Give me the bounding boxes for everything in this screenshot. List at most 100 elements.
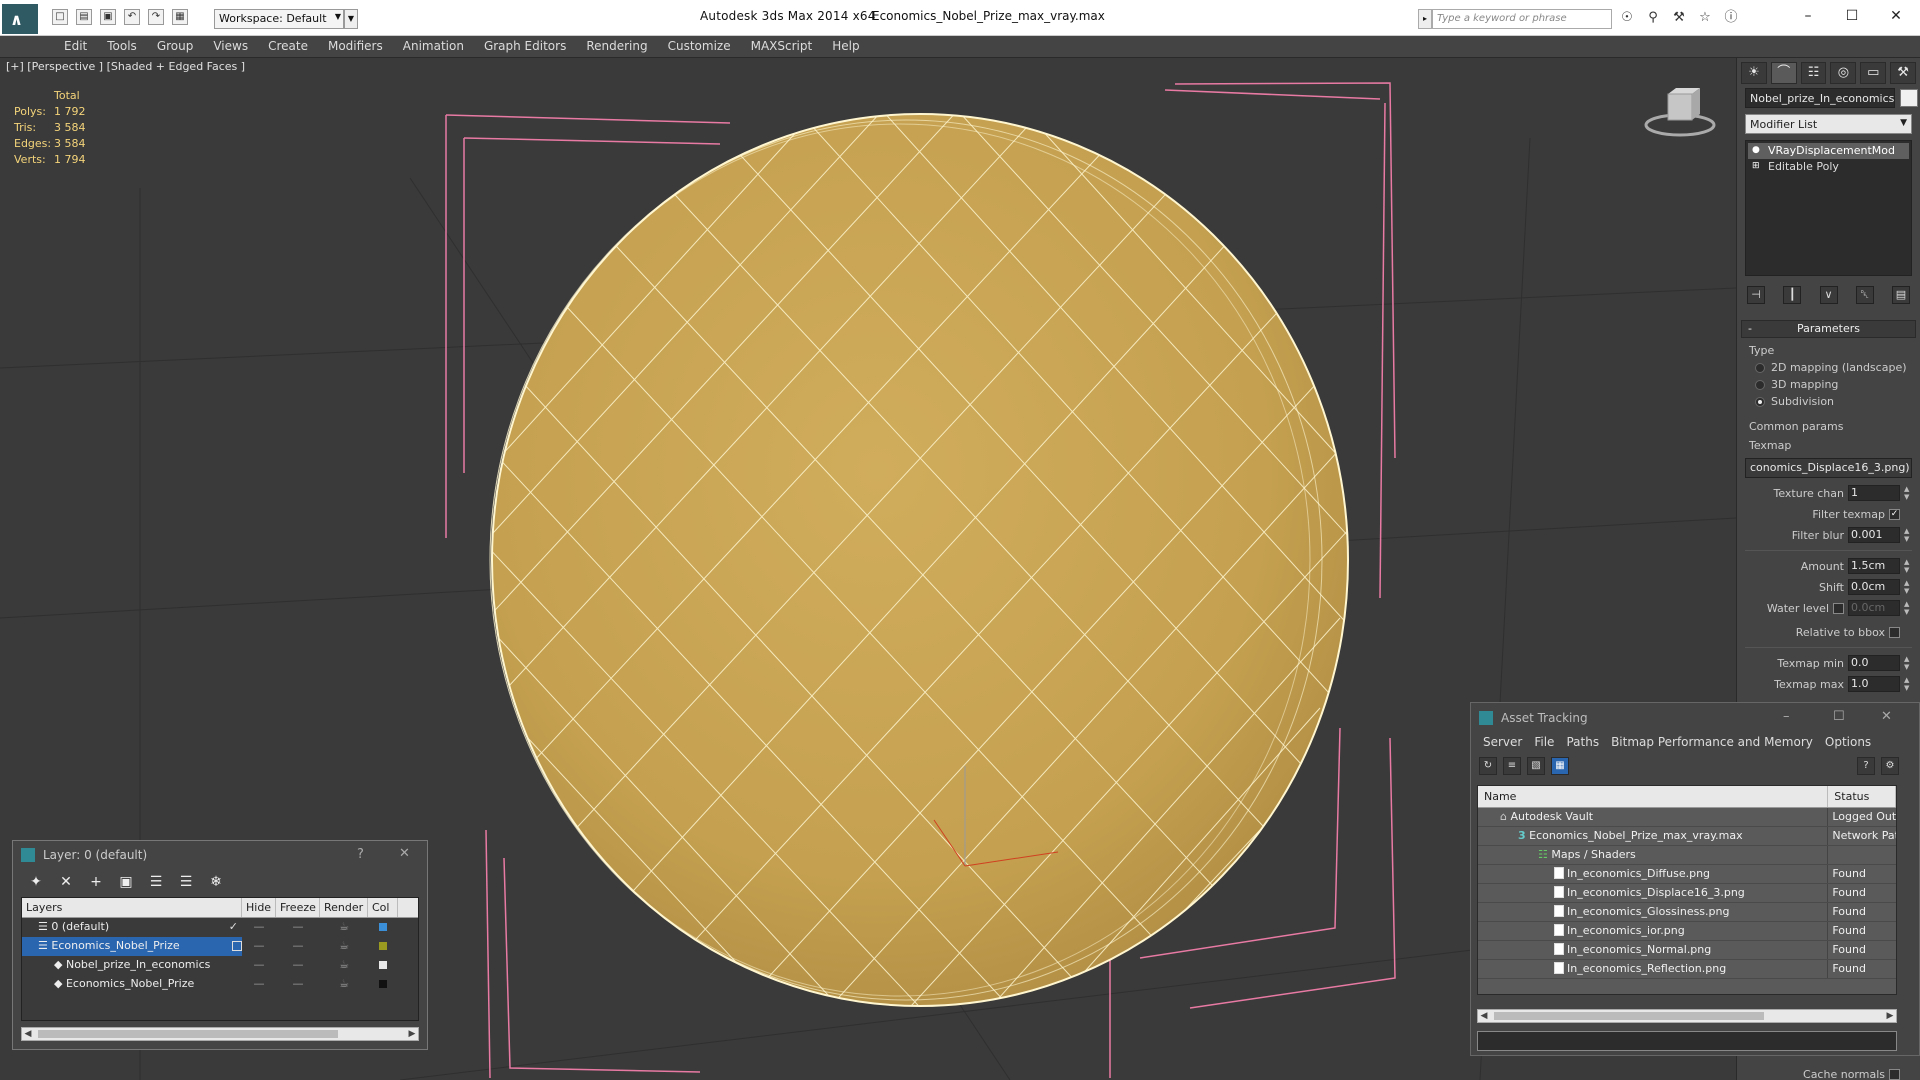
app-menu-button[interactable]: ∧ <box>2 4 38 34</box>
menu-edit[interactable]: Edit <box>54 36 97 57</box>
viewport-label-menu[interactable]: [+] [Perspective ] [Shaded + Edged Faces… <box>6 60 245 73</box>
undo-icon[interactable]: ↶ <box>124 9 140 25</box>
layer-table[interactable]: Layers Hide Freeze Render Col ☰ 0 (defau… <box>21 897 419 1021</box>
viewcube[interactable] <box>1644 88 1716 137</box>
menu-rendering[interactable]: Rendering <box>576 36 657 57</box>
menu-paths[interactable]: Paths <box>1560 733 1605 753</box>
table-row[interactable]: In_economics_Normal.png Found <box>1478 941 1896 960</box>
table-row[interactable]: ⌂ Autodesk Vault Logged Out <box>1478 808 1896 827</box>
texmap-max-spinner[interactable]: 1.0 <box>1848 676 1900 692</box>
radio-3d-mapping[interactable]: 3D mapping <box>1755 378 1920 391</box>
spinner-arrows-icon[interactable]: ▲ ▼ <box>1904 676 1912 692</box>
nobel-medal-sphere[interactable] <box>460 108 1370 1018</box>
object-color-swatch[interactable] <box>1900 89 1918 107</box>
hide-toggle[interactable]: — <box>242 956 276 975</box>
menu-bitmap-performance[interactable]: Bitmap Performance and Memory <box>1605 733 1819 753</box>
redo-icon[interactable]: ↷ <box>148 9 164 25</box>
show-end-result-icon[interactable]: ┃ <box>1783 286 1802 304</box>
customize-qat-button[interactable]: ▼ <box>344 9 358 29</box>
table-row[interactable]: In_economics_Displace16_3.png Found <box>1478 884 1896 903</box>
modifier-list-dropdown[interactable]: Modifier List ▼ <box>1745 114 1912 134</box>
column-freeze[interactable]: Freeze <box>276 898 320 917</box>
water-level-spinner[interactable]: 0.0cm <box>1848 600 1900 616</box>
filter-blur-spinner[interactable]: 0.001 <box>1848 527 1900 543</box>
scroll-right-icon[interactable]: ▶ <box>406 1028 418 1040</box>
column-color[interactable]: Col <box>368 898 398 917</box>
modify-tab-icon[interactable]: ⌒ <box>1770 62 1797 84</box>
menu-views[interactable]: Views <box>203 36 258 57</box>
layer-horizontal-scrollbar[interactable]: ◀ ▶ <box>21 1027 419 1041</box>
table-row[interactable]: In_economics_Reflection.png Found <box>1478 960 1896 979</box>
table-row[interactable]: ◆ Nobel_prize_In_economics — — ☕ <box>22 956 418 975</box>
communication-icon[interactable]: ⚒ <box>1670 9 1688 27</box>
layer-color-swatch[interactable] <box>379 923 387 931</box>
hide-toggle[interactable]: — <box>242 918 276 937</box>
layer-color-swatch[interactable] <box>379 961 387 969</box>
render-teapot-icon[interactable]: ☕ <box>320 937 368 956</box>
asset-table[interactable]: Name Status ⌂ Autodesk Vault Logged Out 3… <box>1477 785 1897 995</box>
menu-options[interactable]: Options <box>1819 733 1877 753</box>
freeze-toggle[interactable]: — <box>276 956 320 975</box>
spinner-arrows-icon[interactable]: ▲ ▼ <box>1904 579 1912 595</box>
menu-animation[interactable]: Animation <box>393 36 474 57</box>
cache-normals-checkbox[interactable] <box>1889 1068 1900 1080</box>
menu-group[interactable]: Group <box>147 36 204 57</box>
menu-maxscript[interactable]: MAXScript <box>741 36 823 57</box>
settings-icon[interactable]: ⚙ <box>1881 757 1899 775</box>
scroll-left-icon[interactable]: ◀ <box>1478 1010 1490 1022</box>
render-teapot-icon[interactable]: ☕ <box>320 956 368 975</box>
modifier-stack[interactable]: ● VRayDisplacementMod ⊞ Editable Poly <box>1745 140 1912 276</box>
freeze-toggle[interactable]: — <box>276 975 320 994</box>
table-row[interactable]: In_economics_Glossiness.png Found <box>1478 903 1896 922</box>
table-row[interactable]: ☰ 0 (default) ✓ — — ☕ <box>22 918 418 937</box>
project-folder-icon[interactable]: ▦ <box>172 9 188 25</box>
menu-graph-editors[interactable]: Graph Editors <box>474 36 576 57</box>
open-file-icon[interactable]: ▤ <box>76 9 92 25</box>
table-row[interactable]: ☷ Maps / Shaders <box>1478 846 1896 865</box>
texture-chan-spinner[interactable]: 1 <box>1848 485 1900 501</box>
binoculars-icon[interactable]: ☉ <box>1618 9 1636 27</box>
make-unique-icon[interactable]: ∨ <box>1819 286 1838 304</box>
spinner-arrows-icon[interactable]: ▲ ▼ <box>1904 600 1912 616</box>
column-hide[interactable]: Hide <box>242 898 276 917</box>
menu-file[interactable]: File <box>1528 733 1560 753</box>
spinner-arrows-icon[interactable]: ▲ ▼ <box>1904 527 1912 543</box>
radio-dot[interactable] <box>1755 379 1765 390</box>
plus-icon[interactable]: ⊞ <box>1752 161 1762 171</box>
subscription-icon[interactable]: ⚲ <box>1644 9 1662 27</box>
texmap-button[interactable]: conomics_Displace16_3.png) <box>1745 458 1912 478</box>
stack-item-vraydisplacementmod[interactable]: ● VRayDisplacementMod <box>1748 143 1909 159</box>
menu-server[interactable]: Server <box>1477 733 1528 753</box>
workspace-dropdown[interactable]: Workspace: Default ▼ <box>214 9 344 29</box>
hide-toggle[interactable]: — <box>242 937 276 956</box>
hierarchy-tab-icon[interactable]: ☷ <box>1800 62 1827 84</box>
help-icon[interactable]: ? <box>1857 757 1875 775</box>
display-tab-icon[interactable]: ▭ <box>1860 62 1887 84</box>
minimize-button[interactable]: – <box>1783 709 1790 724</box>
scrollbar-thumb[interactable] <box>1494 1012 1764 1020</box>
relative-bbox-checkbox[interactable] <box>1889 626 1900 638</box>
thumbnail-view-icon[interactable]: ▧ <box>1527 757 1545 775</box>
utilities-tab-icon[interactable]: ⚒ <box>1890 62 1916 84</box>
scroll-right-icon[interactable]: ▶ <box>1884 1010 1896 1022</box>
pin-stack-icon[interactable]: ⊣ <box>1747 286 1765 304</box>
asset-horizontal-scrollbar[interactable]: ◀ ▶ <box>1477 1009 1897 1023</box>
hide-toggle[interactable]: — <box>242 975 276 994</box>
current-layer-check-icon[interactable]: ✓ <box>229 918 238 936</box>
bulb-icon[interactable]: ● <box>1752 145 1762 155</box>
asset-tracking-titlebar[interactable]: Asset Tracking – ☐ ✕ <box>1471 703 1919 733</box>
radio-subdivision[interactable]: Subdivision <box>1755 395 1920 408</box>
current-layer-box-icon[interactable] <box>232 941 242 951</box>
search-input[interactable]: Type a keyword or phrase <box>1432 9 1612 29</box>
maximize-button[interactable]: ☐ <box>1833 709 1845 724</box>
parameters-rollout-header[interactable]: - Parameters <box>1741 320 1916 338</box>
scroll-left-icon[interactable]: ◀ <box>22 1028 34 1040</box>
column-status[interactable]: Status <box>1828 786 1896 807</box>
menu-customize[interactable]: Customize <box>658 36 741 57</box>
help-icon[interactable]: ⓘ <box>1722 9 1740 27</box>
radio-2d-mapping[interactable]: 2D mapping (landscape) <box>1755 361 1920 374</box>
stack-item-editable-poly[interactable]: ⊞ Editable Poly <box>1748 159 1909 175</box>
layer-color-swatch[interactable] <box>379 980 387 988</box>
table-row[interactable]: In_economics_Diffuse.png Found <box>1478 865 1896 884</box>
scrollbar-thumb[interactable] <box>38 1030 338 1038</box>
